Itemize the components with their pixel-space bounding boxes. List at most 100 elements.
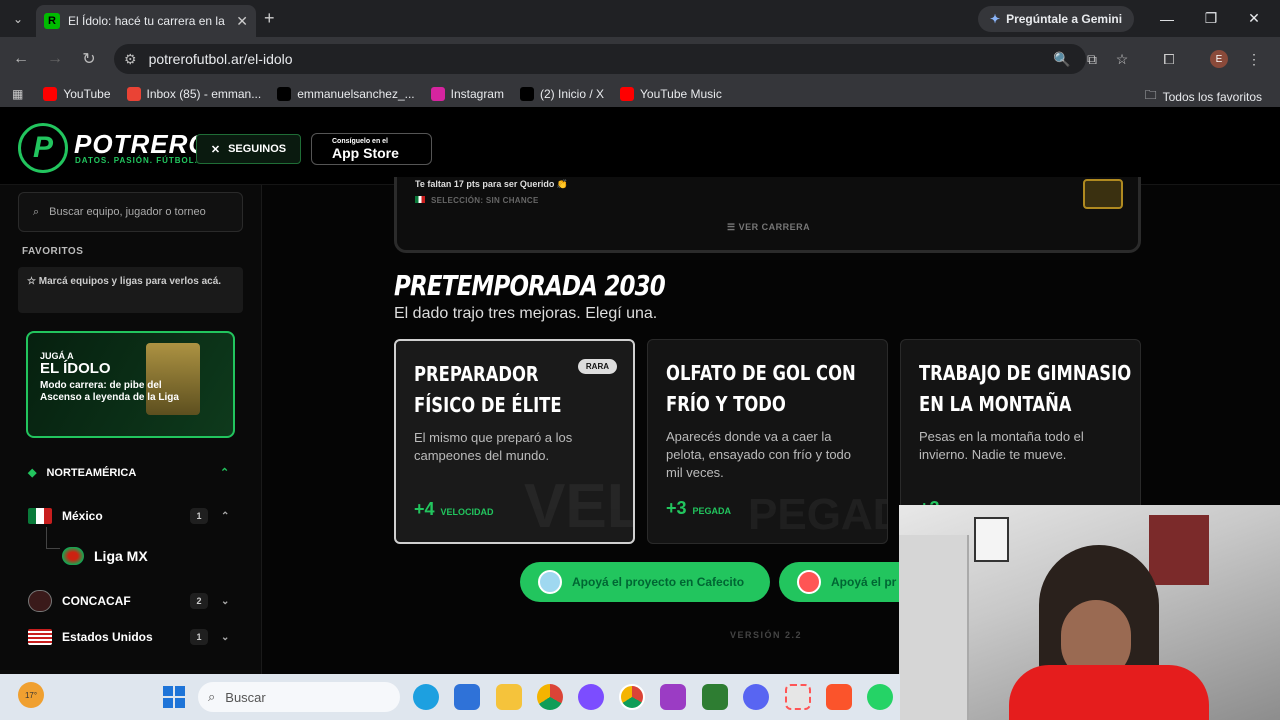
chevron-down-icon: ⌄ <box>221 595 230 607</box>
minimize-icon[interactable]: — <box>1145 0 1189 37</box>
bookmark-star-icon[interactable]: ☆ <box>1111 48 1133 70</box>
sidebar-item-liga-mx[interactable]: Liga MX <box>62 547 268 565</box>
follow-x-button[interactable]: ✕ SEGUINOS <box>196 134 301 164</box>
reload-icon[interactable]: ↻ <box>72 49 106 69</box>
shelf-image <box>899 535 969 720</box>
chrome-profile-icon[interactable] <box>619 684 645 710</box>
mexico-flag-small-icon <box>415 196 425 203</box>
zoom-icon[interactable]: 🔍 <box>1051 48 1073 70</box>
streamer-shirt <box>1009 665 1209 720</box>
app-green-icon[interactable] <box>702 684 728 710</box>
close-window-icon[interactable]: ✕ <box>1232 0 1276 37</box>
sidebar-item-label: Estados Unidos <box>62 630 153 644</box>
sidebar-item-estados-unidos[interactable]: Estados Unidos 1 ⌄ <box>28 629 234 645</box>
option-card-olfato[interactable]: PEGADA OLFATO DE GOL CON FRÍO Y TODO Apa… <box>647 339 888 544</box>
option-name: OLFATO DE GOL CON FRÍO Y TODO <box>666 361 856 416</box>
bookmark-item[interactable]: Instagram <box>430 87 504 101</box>
discord-icon[interactable] <box>743 684 769 710</box>
promo-line2: EL ÍDOLO <box>40 360 111 377</box>
close-tab-icon[interactable]: ✕ <box>236 13 248 30</box>
selection-status: SELECCIÓN: SIN CHANCE <box>415 196 539 205</box>
site-info-icon[interactable]: ⚙ <box>124 51 137 68</box>
tab-title: El Ídolo: hacé tu carrera en la Li <box>68 14 229 28</box>
count-badge: 2 <box>190 593 208 609</box>
all-bookmarks-label: Todos los favoritos <box>1162 89 1262 104</box>
bookmark-label: emmanuelsanchez_... <box>297 87 415 101</box>
sidebar-item-concacaf[interactable]: CONCACAF 2 ⌄ <box>28 590 234 612</box>
trophy-badge-icon <box>1083 179 1123 209</box>
sidebar: ⌕ Buscar equipo, jugador o torneo FAVORI… <box>0 185 262 674</box>
poster-image <box>974 517 1009 562</box>
browser-tab-active[interactable]: R El Ídolo: hacé tu carrera en la Li ✕ <box>36 5 256 37</box>
store-icon[interactable] <box>454 684 480 710</box>
support-cafecito-button[interactable]: Apoyá el proyecto en Cafecito <box>520 562 770 602</box>
option-name: PREPARADOR FÍSICO DE ÉLITE <box>414 362 562 417</box>
address-bar[interactable]: ⚙ potrerofutbol.ar/el-idolo <box>114 44 1086 74</box>
chrome-icon[interactable] <box>537 684 563 710</box>
menu-kebab-icon[interactable]: ⋮ <box>1243 48 1265 70</box>
bookmark-item[interactable]: (2) Inicio / X <box>519 87 604 101</box>
option-card-preparador[interactable]: VEL PREPARADOR FÍSICO DE ÉLITE RARA El m… <box>394 339 635 544</box>
support-second-button[interactable]: Apoyá el pr <box>779 562 900 602</box>
heart-icon <box>797 570 821 594</box>
bookmark-favicon-icon <box>43 87 58 101</box>
premiere-icon[interactable] <box>660 684 686 710</box>
taskbar-search[interactable]: ⌕ Buscar <box>198 682 400 712</box>
bookmark-favicon-icon <box>126 87 141 101</box>
mexico-flag-icon <box>28 508 52 524</box>
cafecito-icon <box>538 570 562 594</box>
profile-avatar[interactable]: E <box>1210 50 1228 68</box>
potrero-logo-icon[interactable]: P <box>18 123 68 173</box>
bookmark-item[interactable]: YouTube Music <box>620 87 722 101</box>
windows-taskbar: 17° ⌕ Buscar <box>0 674 900 720</box>
career-summary-card: Te faltan 17 pts para ser Querido 👏 SELE… <box>394 177 1141 253</box>
bookmark-item[interactable]: Inbox (85) - emman... <box>126 87 262 101</box>
app-circle-icon[interactable] <box>578 684 604 710</box>
rarity-badge: RARA <box>577 359 617 374</box>
points-text: Te faltan 17 pts para ser Querido 👏 <box>415 179 569 189</box>
whatsapp-icon[interactable] <box>867 684 893 710</box>
bookmark-favicon-icon <box>430 87 445 101</box>
restore-icon[interactable]: ❐ <box>1189 0 1233 37</box>
brave-icon[interactable] <box>826 684 852 710</box>
gemini-icon: ✦ <box>990 12 1001 26</box>
install-app-icon[interactable]: ⧉ <box>1081 48 1103 70</box>
app-store-button[interactable]: Consíguelo en el App Store <box>311 133 432 165</box>
new-tab-icon[interactable]: + <box>264 8 275 29</box>
bookmark-item[interactable]: emmanuelsanchez_... <box>277 87 415 101</box>
snipping-tool-icon[interactable] <box>785 684 811 710</box>
tab-search-icon[interactable]: ⌄ <box>0 0 36 37</box>
sidebar-item-mexico[interactable]: México 1 ⌃ <box>28 508 234 524</box>
el-idolo-promo-card[interactable]: JUGÁ A EL ÍDOLO Modo carrera: de pibe de… <box>26 331 235 438</box>
all-bookmarks[interactable]: 🗀 Todos los favoritos <box>1145 86 1262 107</box>
version-label: VERSIÓN 2.2 <box>730 630 803 640</box>
view-career-link[interactable]: ☰ VER CARRERA <box>727 222 810 233</box>
webcam-overlay <box>899 505 1280 720</box>
file-explorer-icon[interactable] <box>496 684 522 710</box>
back-icon[interactable]: ← <box>4 50 38 68</box>
bookmark-item[interactable]: YouTube <box>43 87 111 101</box>
sidebar-item-label: Liga MX <box>94 548 148 564</box>
support-label: Apoyá el proyecto en Cafecito <box>572 575 745 589</box>
search-placeholder: Buscar equipo, jugador o torneo <box>49 206 206 218</box>
bookmark-label: Inbox (85) - emman... <box>146 87 262 101</box>
option-description: Aparecés donde va a caer la pelota, ensa… <box>666 429 852 480</box>
edge-icon[interactable] <box>413 684 439 710</box>
apps-grid-icon[interactable]: ▦ <box>12 87 23 101</box>
chevron-down-icon: ⌄ <box>221 631 230 643</box>
appstore-big-label: App Store <box>332 144 399 161</box>
url-text: potrerofutbol.ar/el-idolo <box>148 51 293 67</box>
region-label: NORTEAMÉRICA <box>46 466 137 479</box>
stat-label: VELOCIDAD <box>440 507 494 517</box>
promo-line3: Modo carrera: de pibe del Ascenso a leye… <box>40 380 179 403</box>
gemini-button[interactable]: ✦ Pregúntale a Gemini <box>978 6 1135 32</box>
forward-icon[interactable]: → <box>38 50 72 68</box>
stat-value: +3 <box>666 498 687 518</box>
weather-widget[interactable]: 17° <box>18 682 44 708</box>
liga-mx-logo-icon <box>62 547 84 565</box>
windows-start-icon[interactable] <box>163 686 185 708</box>
extensions-icon[interactable]: ⧠ <box>1158 48 1180 70</box>
search-input[interactable]: ⌕ Buscar equipo, jugador o torneo <box>18 192 243 232</box>
region-norteamerica[interactable]: ◆ NORTEAMÉRICA ⌃ <box>28 466 229 480</box>
usa-flag-icon <box>28 629 52 645</box>
